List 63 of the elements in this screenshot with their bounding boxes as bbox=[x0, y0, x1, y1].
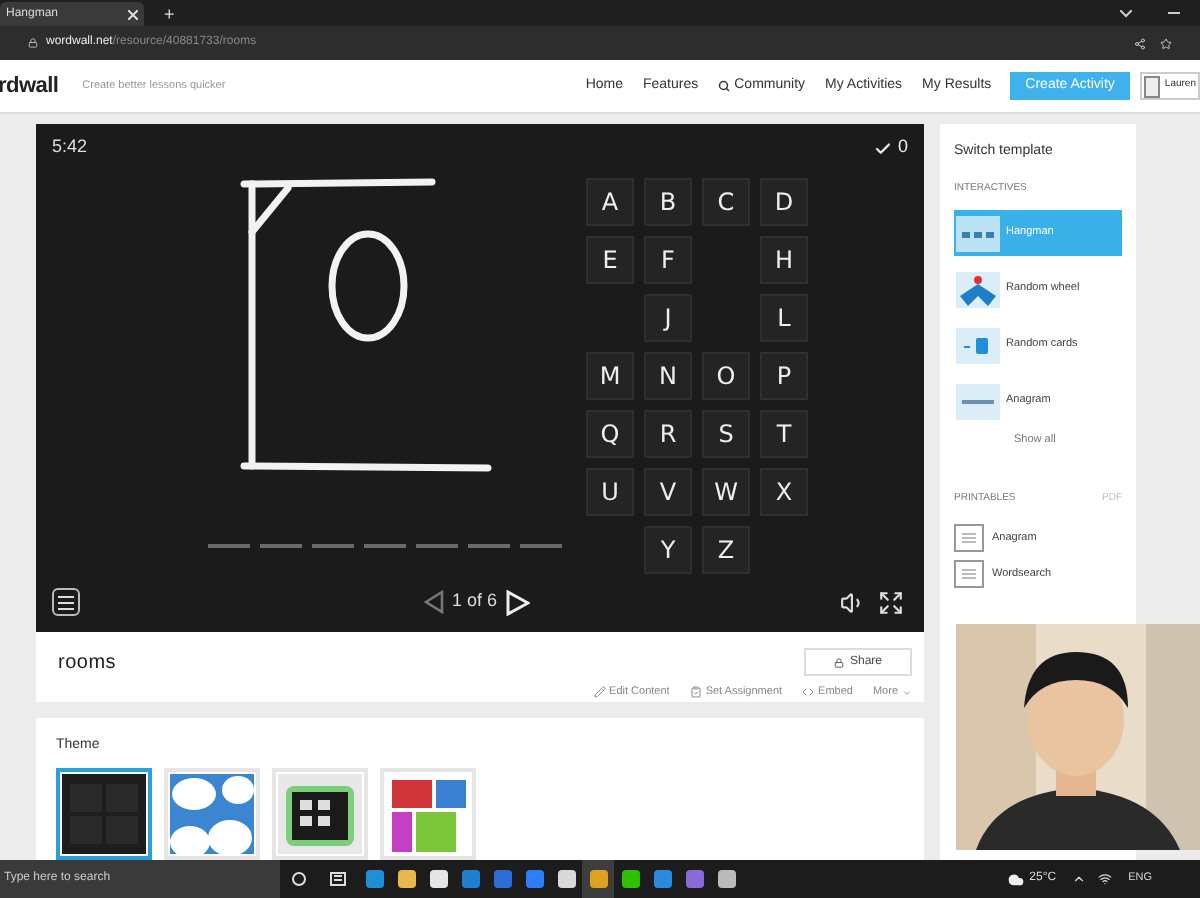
letter-key[interactable]: W bbox=[702, 468, 750, 516]
menu-icon[interactable] bbox=[52, 588, 80, 616]
letter-key[interactable]: Y bbox=[644, 526, 692, 574]
wheel-thumbnail-icon bbox=[956, 271, 1000, 307]
letter-key[interactable]: P bbox=[760, 352, 808, 400]
letter-key[interactable]: E bbox=[586, 236, 634, 284]
code-icon bbox=[802, 686, 815, 699]
next-icon[interactable] bbox=[505, 589, 530, 615]
lock-icon bbox=[28, 38, 38, 48]
task-view-icon[interactable] bbox=[330, 872, 346, 886]
letter-key[interactable]: B bbox=[644, 178, 692, 226]
clipboard-icon bbox=[689, 686, 702, 699]
clouds-theme-drawing bbox=[170, 774, 254, 854]
search-icon bbox=[718, 80, 731, 92]
theme-option[interactable] bbox=[56, 768, 152, 860]
timer: 5:42 bbox=[52, 134, 88, 161]
caret-icon[interactable] bbox=[1072, 872, 1087, 886]
chevron-down-icon bbox=[902, 687, 912, 698]
arcade-theme-drawing bbox=[278, 774, 362, 854]
star-icon[interactable] bbox=[1160, 37, 1172, 49]
letter-key[interactable]: H bbox=[760, 236, 808, 284]
cloud-icon bbox=[1007, 871, 1024, 887]
letter-key[interactable]: J bbox=[644, 294, 692, 342]
fullscreen-icon[interactable] bbox=[878, 589, 904, 615]
letter-key[interactable]: Q bbox=[586, 410, 634, 458]
pencil-icon bbox=[593, 686, 606, 699]
chalkboard-theme-drawing bbox=[62, 774, 146, 854]
cards-thumbnail-icon bbox=[956, 327, 1000, 363]
lock-icon bbox=[833, 657, 844, 667]
page-indicator: 1 of 6 bbox=[452, 588, 498, 615]
letter-key[interactable]: M bbox=[586, 352, 634, 400]
chevron-down-icon[interactable] bbox=[1120, 10, 1132, 18]
document-icon bbox=[954, 559, 984, 588]
close-icon[interactable] bbox=[128, 9, 138, 19]
share-icon[interactable] bbox=[1134, 37, 1146, 49]
tiles-theme-drawing bbox=[386, 774, 470, 854]
letter-key[interactable]: S bbox=[702, 410, 750, 458]
letter-key[interactable]: U bbox=[586, 468, 634, 516]
logo[interactable]: rdwall bbox=[0, 69, 59, 103]
letter-key[interactable]: D bbox=[760, 178, 808, 226]
check-icon bbox=[873, 139, 892, 157]
letter-key[interactable]: X bbox=[760, 468, 808, 516]
letter-key[interactable]: C bbox=[702, 178, 750, 226]
letter-key[interactable]: N bbox=[644, 352, 692, 400]
wifi-icon[interactable] bbox=[1098, 872, 1113, 886]
cortana-icon[interactable] bbox=[292, 872, 306, 886]
anagram-thumbnail-icon bbox=[956, 383, 1000, 419]
letter-key[interactable]: V bbox=[644, 468, 692, 516]
avatar-icon bbox=[1144, 75, 1161, 97]
new-tab-button[interactable]: + bbox=[164, 2, 175, 26]
letter-key[interactable]: O bbox=[702, 352, 750, 400]
activity-title: rooms bbox=[58, 650, 117, 678]
speaker-icon[interactable] bbox=[840, 589, 866, 615]
letter-key[interactable]: L bbox=[760, 294, 808, 342]
letter-key[interactable]: T bbox=[760, 410, 808, 458]
score: 0 bbox=[897, 134, 908, 161]
letter-key[interactable]: A bbox=[586, 178, 634, 226]
letter-key[interactable]: Z bbox=[702, 526, 750, 574]
document-icon bbox=[954, 523, 984, 552]
letter-key[interactable]: R bbox=[644, 410, 692, 458]
hangman-thumbnail-icon bbox=[956, 215, 1000, 251]
letter-key[interactable]: F bbox=[644, 236, 692, 284]
previous-icon[interactable] bbox=[424, 590, 444, 614]
